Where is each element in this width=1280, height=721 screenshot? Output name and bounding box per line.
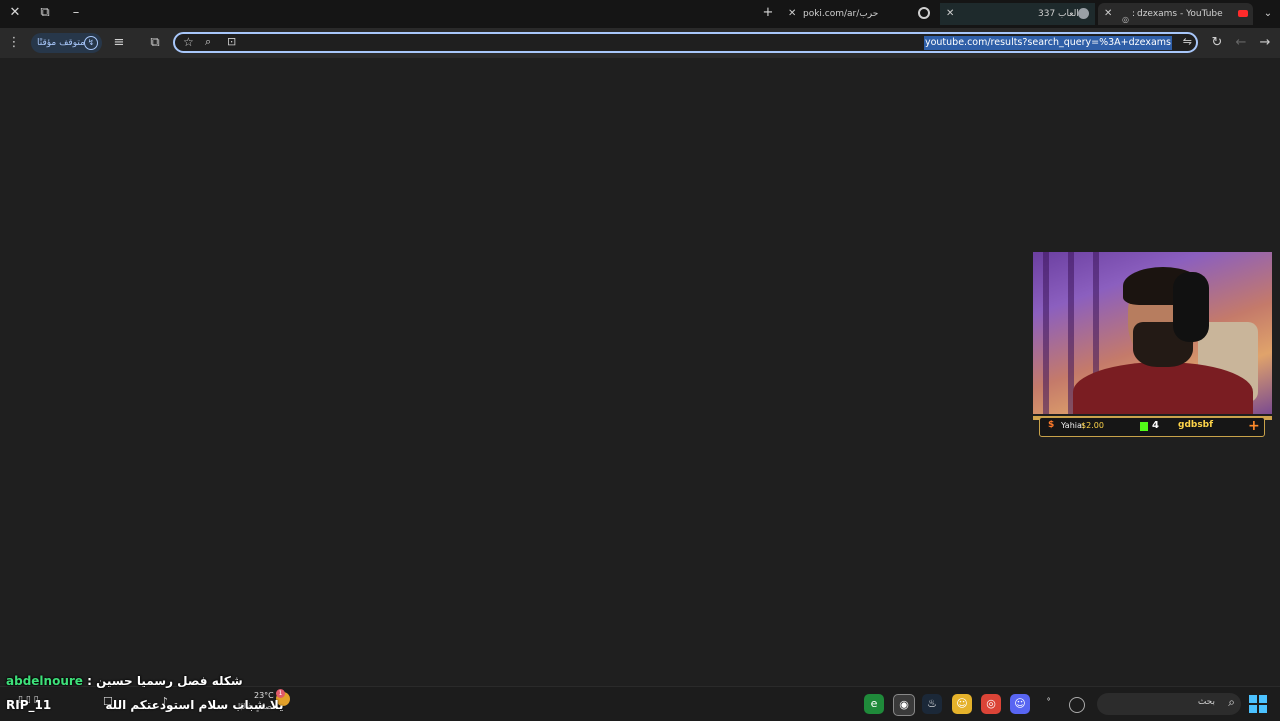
chat-username: abdelnoure xyxy=(6,674,83,688)
webcam-feed xyxy=(1033,252,1272,414)
tab-strip: ✕ ⧉ – + ✕ poki.com/ar/حرب ✕ العاب 337 ✕ … xyxy=(0,0,1280,28)
settings-icon[interactable] xyxy=(1069,697,1085,713)
browser-toolbar: ⋮ متوقف مؤقتًا ↯ ≡ ⧉ ☆ ⌕ ⊡ youtube.com/r… xyxy=(0,28,1280,58)
chat-text-2: يلا شباب سلام استودعتكم الله xyxy=(105,698,284,712)
search-icon: ⌕ xyxy=(1228,695,1235,709)
reading-list-icon[interactable]: ≡ xyxy=(110,34,128,52)
reload-icon[interactable]: ↻ xyxy=(1208,34,1226,52)
sync-paused-button[interactable]: متوقف مؤقتًا ↯ xyxy=(31,33,102,53)
extensions-icon[interactable]: ⧉ xyxy=(146,34,164,52)
bookmark-star-icon[interactable]: ☆ xyxy=(183,35,194,49)
youtube-icon xyxy=(1238,10,1248,17)
chrome-canary-icon[interactable]: ◉ xyxy=(893,694,915,716)
plus-icon: + xyxy=(1248,418,1260,434)
new-tab-button[interactable]: + xyxy=(758,4,778,22)
weather-badge: 1 xyxy=(276,689,285,698)
forward-icon[interactable]: ← xyxy=(1232,34,1250,52)
tab-youtube[interactable]: ✕ ◎ : dzexams - YouTube xyxy=(1098,3,1253,25)
stream-stats-bar: $ Yahia: $2.00 4 gdbsbf + xyxy=(1033,414,1272,442)
tab-games[interactable]: ✕ العاب 337 xyxy=(940,3,1095,25)
tab-search-chevron-icon[interactable]: ⌄ xyxy=(1258,5,1278,23)
tab-title: poki.com/ar/حرب xyxy=(803,9,879,19)
terminal-icon[interactable]: ﾟ xyxy=(1040,694,1060,714)
discord-ptb-icon[interactable]: ☺ xyxy=(952,694,972,714)
chat-message-2: RIP_11 يلا شباب سلام استودعتكم الله xyxy=(6,698,283,712)
donation-icon: $ xyxy=(1048,420,1055,430)
globe-icon xyxy=(1078,8,1089,19)
edge-icon[interactable]: e xyxy=(864,694,884,714)
headset xyxy=(1173,272,1209,342)
menu-kebab-icon[interactable]: ⋮ xyxy=(5,34,23,52)
latest-follower: gdbsbf xyxy=(1178,420,1214,430)
address-bar[interactable]: ☆ ⌕ ⊡ youtube.com/results?search_query=%… xyxy=(173,32,1198,53)
paused-label: متوقف مؤقتًا xyxy=(37,38,85,48)
tab-close-icon[interactable]: ✕ xyxy=(1104,3,1112,25)
install-app-icon[interactable]: ⊡ xyxy=(227,35,236,48)
chrome-icon[interactable]: ◎ xyxy=(981,694,1001,714)
chat-message: abdelnoure : شكله فصل رسميا حسين xyxy=(6,674,243,688)
kick-icon xyxy=(1140,422,1148,431)
tab-title-prefix: : xyxy=(1132,9,1136,19)
steam-icon[interactable]: ♨ xyxy=(922,694,942,714)
chat-text: شكله فصل رسميا حسين xyxy=(96,674,243,688)
tab-close-icon[interactable]: ✕ xyxy=(788,3,796,25)
donor-amount: $2.00 xyxy=(1081,421,1104,430)
discord-icon[interactable]: ☺ xyxy=(1010,694,1030,714)
search-placeholder: بحث xyxy=(1197,697,1215,707)
taskbar-search[interactable]: بحث ⌕ xyxy=(1097,693,1241,715)
streamer-shirt xyxy=(1073,362,1253,414)
profile-icon: ↯ xyxy=(84,36,98,50)
windows-start-icon[interactable] xyxy=(1249,695,1267,713)
kick-count: 4 xyxy=(1152,420,1159,431)
tab-poki[interactable]: ✕ poki.com/ar/حرب xyxy=(785,3,905,25)
minimize-window-icon[interactable]: – xyxy=(66,4,86,22)
tab-close-icon[interactable]: ✕ xyxy=(946,3,954,25)
restore-window-icon[interactable]: ⧉ xyxy=(35,4,55,22)
tab-group-icon[interactable] xyxy=(918,7,930,19)
site-settings-icon[interactable]: ⇋ xyxy=(1183,35,1192,48)
tab-title: dzexams - YouTube xyxy=(1137,9,1223,19)
chat-prefix: RIP_11 xyxy=(6,698,52,712)
chat-separator: : xyxy=(82,674,97,688)
url-text[interactable]: youtube.com/results?search_query=%3A+dze… xyxy=(923,36,1172,50)
zoom-icon[interactable]: ⌕ xyxy=(205,35,211,49)
close-window-icon[interactable]: ✕ xyxy=(5,4,25,22)
tab-title: العاب 337 xyxy=(1038,9,1079,19)
back-icon[interactable]: → xyxy=(1256,34,1274,52)
